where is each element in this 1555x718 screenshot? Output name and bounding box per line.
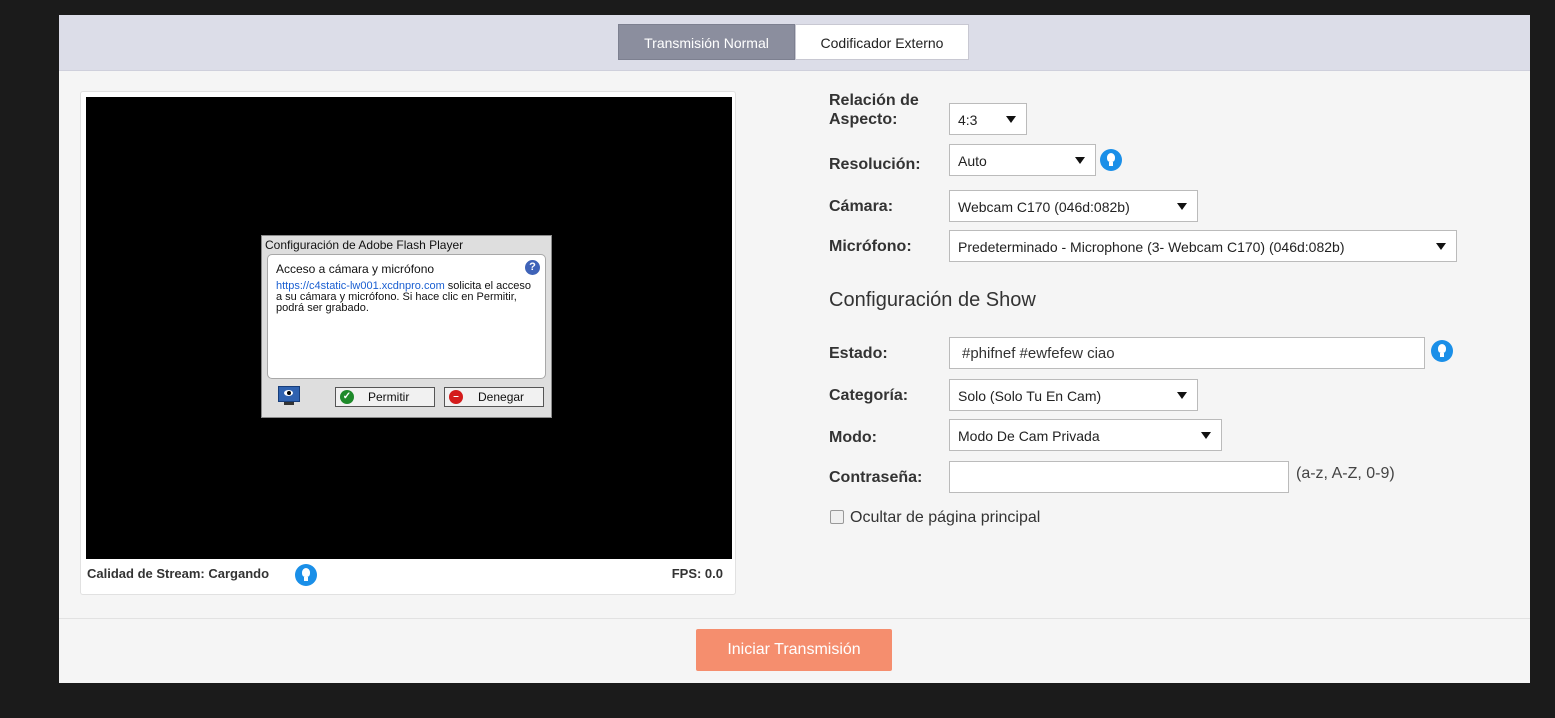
microphone-select[interactable]: Predeterminado - Microphone (3- Webcam C… bbox=[949, 230, 1457, 262]
category-label: Categoría: bbox=[829, 387, 909, 404]
status-info-icon[interactable] bbox=[1431, 340, 1453, 362]
stream-quality-info-icon[interactable] bbox=[295, 564, 317, 586]
caret-down-icon bbox=[1006, 116, 1016, 123]
microphone-label: Micrófono: bbox=[829, 238, 912, 255]
resolution-label: Resolución: bbox=[829, 156, 921, 173]
camera-label: Cámara: bbox=[829, 198, 894, 215]
caret-down-icon bbox=[1075, 157, 1085, 164]
password-label: Contraseña: bbox=[829, 469, 923, 486]
microphone-value: Predeterminado - Microphone (3- Webcam C… bbox=[958, 239, 1345, 255]
show-config-title: Configuración de Show bbox=[829, 289, 1036, 311]
monitor-eye-icon[interactable] bbox=[278, 386, 300, 406]
hide-from-homepage-checkbox[interactable] bbox=[830, 510, 844, 524]
tab-bar: Transmisión Normal Codificador Externo bbox=[59, 15, 1530, 71]
check-icon: ✓ bbox=[340, 390, 354, 404]
status-label: Estado: bbox=[829, 345, 888, 362]
password-input[interactable] bbox=[949, 461, 1289, 493]
flash-dialog-content: Acceso a cámara y micrófono ? https://c4… bbox=[267, 254, 546, 379]
footer-divider bbox=[59, 618, 1530, 619]
start-broadcast-button[interactable]: Iniciar Transmisión bbox=[696, 629, 892, 671]
allow-button[interactable]: ✓ Permitir bbox=[335, 387, 435, 407]
flash-permission-dialog: Configuración de Adobe Flash Player Acce… bbox=[261, 235, 552, 418]
tab-external-encoder[interactable]: Codificador Externo bbox=[795, 24, 969, 60]
caret-down-icon bbox=[1177, 203, 1187, 210]
camera-value: Webcam C170 (046d:082b) bbox=[958, 199, 1130, 215]
caret-down-icon bbox=[1177, 392, 1187, 399]
category-select[interactable]: Solo (Solo Tu En Cam) bbox=[949, 379, 1198, 411]
video-preview: Configuración de Adobe Flash Player Acce… bbox=[86, 97, 732, 559]
resolution-select[interactable]: Auto bbox=[949, 144, 1096, 176]
broadcast-panel: Transmisión Normal Codificador Externo C… bbox=[59, 15, 1530, 683]
fps-readout: FPS: 0.0 bbox=[671, 566, 723, 581]
mode-value: Modo De Cam Privada bbox=[958, 428, 1100, 444]
camera-select[interactable]: Webcam C170 (046d:082b) bbox=[949, 190, 1198, 222]
tab-normal-broadcast[interactable]: Transmisión Normal bbox=[618, 24, 795, 60]
password-hint: (a-z, A-Z, 0-9) bbox=[1296, 465, 1395, 482]
aspect-ratio-select[interactable]: 4:3 bbox=[949, 103, 1027, 135]
mode-select[interactable]: Modo De Cam Privada bbox=[949, 419, 1222, 451]
help-icon[interactable]: ? bbox=[525, 260, 540, 275]
category-value: Solo (Solo Tu En Cam) bbox=[958, 388, 1102, 404]
status-input[interactable] bbox=[949, 337, 1425, 369]
block-icon: – bbox=[449, 390, 463, 404]
deny-button[interactable]: – Denegar bbox=[444, 387, 544, 407]
resolution-value: Auto bbox=[958, 153, 987, 169]
caret-down-icon bbox=[1201, 432, 1211, 439]
deny-button-label: Denegar bbox=[478, 390, 525, 404]
aspect-ratio-value: 4:3 bbox=[958, 112, 978, 128]
resolution-info-icon[interactable] bbox=[1100, 149, 1122, 171]
flash-dialog-title: Configuración de Adobe Flash Player bbox=[265, 238, 464, 252]
stream-quality: Calidad de Stream: Cargando bbox=[87, 566, 270, 581]
allow-button-label: Permitir bbox=[368, 390, 410, 404]
flash-dialog-heading: Acceso a cámara y micrófono bbox=[276, 262, 435, 276]
hide-from-homepage-label: Ocultar de página principal bbox=[850, 509, 1041, 526]
aspect-ratio-label: Relación de Aspecto: bbox=[829, 92, 919, 128]
video-preview-box: Configuración de Adobe Flash Player Acce… bbox=[80, 91, 736, 595]
mode-label: Modo: bbox=[829, 429, 877, 446]
flash-dialog-message: https://c4static-lw001.xcdnpro.com solic… bbox=[276, 281, 538, 314]
caret-down-icon bbox=[1436, 243, 1446, 250]
